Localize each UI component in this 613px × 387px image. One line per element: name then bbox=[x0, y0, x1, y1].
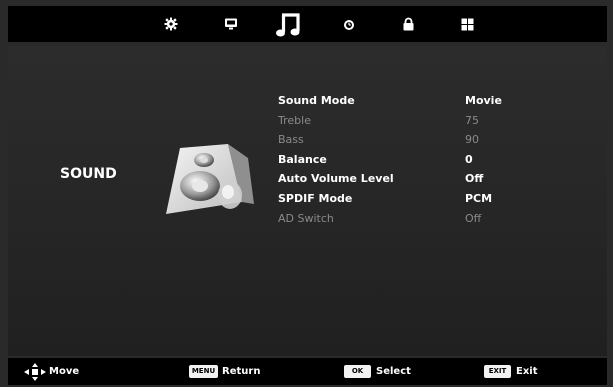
top-tab-bar bbox=[8, 6, 607, 42]
menu-item-value: PCM bbox=[465, 192, 493, 205]
speaker-icon bbox=[158, 140, 254, 224]
tab-setup[interactable] bbox=[461, 18, 474, 31]
grid-icon bbox=[461, 18, 474, 31]
music-note-icon bbox=[276, 13, 300, 37]
menu-item-label: Treble bbox=[278, 114, 311, 127]
monitor-icon bbox=[225, 18, 237, 30]
exit-key: EXIT bbox=[484, 365, 511, 378]
tab-screen[interactable] bbox=[224, 18, 238, 31]
tv-screen: SOUND Sound Mode Movie Treble 75 Bass 90… bbox=[0, 0, 613, 387]
menu-item-sound-mode[interactable]: Sound Mode Movie bbox=[278, 94, 598, 112]
hint-move-label: Move bbox=[49, 366, 80, 377]
menu-item-label: SPDIF Mode bbox=[278, 192, 353, 205]
hint-select: OK Select bbox=[344, 365, 424, 381]
menu-item-balance[interactable]: Balance 0 bbox=[278, 153, 598, 171]
tab-lock[interactable] bbox=[402, 17, 415, 31]
hint-move: Move bbox=[24, 363, 94, 381]
clock-icon bbox=[344, 20, 354, 30]
hint-select-label: Select bbox=[376, 366, 411, 377]
menu-item-label: Auto Volume Level bbox=[278, 172, 394, 185]
gear-icon bbox=[164, 17, 178, 31]
menu-item-spdif-mode[interactable]: SPDIF Mode PCM bbox=[278, 192, 598, 210]
menu-item-label: Bass bbox=[278, 133, 304, 146]
tab-picture[interactable] bbox=[164, 17, 178, 31]
hint-return-label: Return bbox=[222, 366, 261, 377]
menu-item-value: 75 bbox=[465, 114, 479, 127]
hint-exit-label: Exit bbox=[516, 366, 538, 377]
ok-key: OK bbox=[344, 365, 371, 378]
menu-item-value: Movie bbox=[465, 94, 502, 107]
menu-item-label: AD Switch bbox=[278, 212, 334, 225]
hint-exit: EXIT Exit bbox=[484, 365, 554, 381]
menu-item-label: Sound Mode bbox=[278, 94, 355, 107]
menu-item-label: Balance bbox=[278, 153, 327, 166]
hint-return: MENU Return bbox=[189, 365, 269, 381]
tab-time[interactable] bbox=[343, 19, 355, 31]
tab-sound[interactable] bbox=[275, 11, 303, 39]
menu-item-value: 90 bbox=[465, 133, 479, 146]
menu-item-treble: Treble 75 bbox=[278, 114, 598, 132]
menu-item-auto-volume-level[interactable]: Auto Volume Level Off bbox=[278, 172, 598, 190]
menu-item-value: Off bbox=[465, 212, 482, 225]
dpad-icon bbox=[24, 363, 46, 381]
menu-item-value: 0 bbox=[465, 153, 473, 166]
lock-icon bbox=[403, 17, 414, 31]
menu-key: MENU bbox=[189, 365, 218, 378]
menu-item-value: Off bbox=[465, 172, 484, 185]
menu-item-bass: Bass 90 bbox=[278, 133, 598, 151]
menu-item-ad-switch: AD Switch Off bbox=[278, 212, 598, 230]
section-title: SOUND bbox=[60, 166, 117, 182]
